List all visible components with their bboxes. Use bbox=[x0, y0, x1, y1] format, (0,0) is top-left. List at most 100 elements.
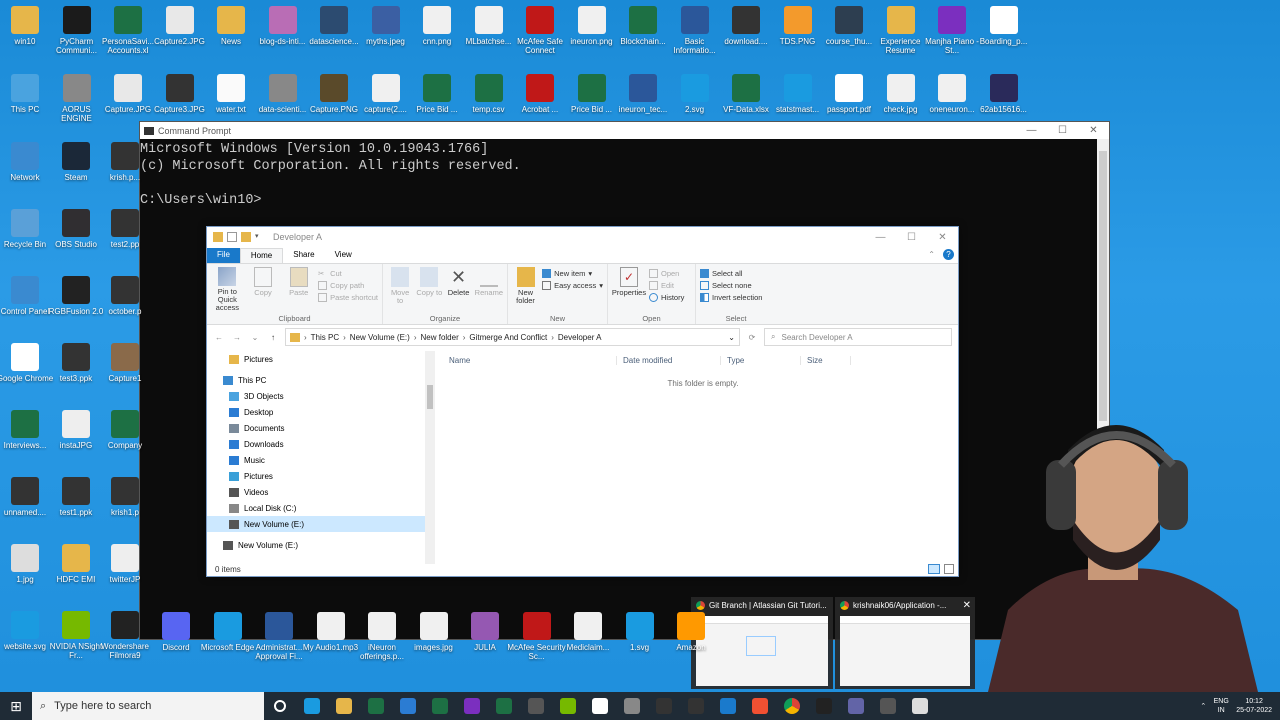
taskbar-thumbnail[interactable]: krishnaik06/Application -... ✕ bbox=[835, 597, 975, 689]
breadcrumb-item[interactable]: Gitmerge And Conflict bbox=[469, 333, 547, 342]
explorer-titlebar[interactable]: ▾ Developer A — ☐ ✕ bbox=[207, 227, 958, 247]
breadcrumb-item[interactable]: New folder bbox=[421, 333, 459, 342]
chevron-right-icon[interactable]: › bbox=[343, 333, 346, 342]
terminal-icon[interactable] bbox=[680, 692, 712, 720]
nvidia-icon[interactable] bbox=[552, 692, 584, 720]
help-icon[interactable]: ? bbox=[939, 248, 958, 263]
tab-home[interactable]: Home bbox=[239, 248, 284, 263]
delete-button[interactable]: ✕ Delete bbox=[445, 267, 471, 312]
nav-item[interactable]: Desktop bbox=[207, 404, 435, 420]
nav-item[interactable]: Pictures bbox=[207, 351, 435, 367]
desktop-icon[interactable]: 62ab15616... bbox=[974, 74, 1034, 114]
select-none-button[interactable]: Select none bbox=[700, 281, 762, 290]
cmd-output[interactable]: Microsoft Windows [Version 10.0.19043.17… bbox=[140, 139, 1109, 209]
close-icon[interactable]: ✕ bbox=[1078, 125, 1109, 136]
cmd-titlebar[interactable]: Command Prompt — ☐ ✕ bbox=[140, 122, 1109, 139]
desktop-icon[interactable]: krish1.p bbox=[95, 477, 155, 517]
git-icon[interactable] bbox=[744, 692, 776, 720]
file-list[interactable]: Name Date modified Type Size This folder… bbox=[443, 351, 958, 564]
chevron-down-icon[interactable]: ⌄ bbox=[728, 333, 739, 342]
close-icon[interactable]: ✕ bbox=[927, 232, 958, 243]
tab-file[interactable]: File bbox=[207, 248, 240, 263]
cmd-icon[interactable] bbox=[648, 692, 680, 720]
desktop-icon[interactable]: Capture1 bbox=[95, 343, 155, 383]
mail-icon[interactable] bbox=[392, 692, 424, 720]
desktop-icon[interactable]: test2.pp bbox=[95, 209, 155, 249]
nav-item[interactable]: Videos bbox=[207, 484, 435, 500]
nav-item[interactable]: Local Disk (C:) bbox=[207, 500, 435, 516]
nav-item[interactable]: Music bbox=[207, 452, 435, 468]
file-explorer-window[interactable]: ▾ Developer A — ☐ ✕ File Home Share View… bbox=[206, 226, 959, 577]
navigation-pane[interactable]: Pictures This PC 3D Objects Desktop Document… bbox=[207, 351, 435, 564]
desktop-icon[interactable]: Company bbox=[95, 410, 155, 450]
maximize-icon[interactable]: ☐ bbox=[896, 232, 927, 243]
chevron-up-icon[interactable]: ⌃ bbox=[924, 248, 939, 263]
file-explorer-icon[interactable] bbox=[328, 692, 360, 720]
breadcrumb-item[interactable]: New Volume (E:) bbox=[350, 333, 410, 342]
column-name[interactable]: Name bbox=[443, 355, 617, 365]
chevron-right-icon[interactable]: › bbox=[304, 333, 307, 342]
chevron-right-icon[interactable]: › bbox=[463, 333, 466, 342]
nav-item[interactable]: New Volume (E:) bbox=[207, 516, 435, 532]
column-size[interactable]: Size bbox=[801, 355, 851, 365]
windows-start-icon[interactable]: ⊞ bbox=[0, 698, 32, 715]
new-folder-icon[interactable] bbox=[241, 232, 251, 242]
properties-button[interactable]: ✓ Properties bbox=[612, 267, 646, 312]
nav-item[interactable]: New Volume (E:) bbox=[207, 537, 435, 553]
breadcrumb[interactable]: › This PC › New Volume (E:) › New folder › Gitm… bbox=[285, 328, 740, 346]
forward-icon[interactable]: → bbox=[231, 333, 243, 342]
column-date-modified[interactable]: Date modified bbox=[617, 355, 721, 365]
edit-button[interactable]: Edit bbox=[649, 281, 684, 290]
chevron-right-icon[interactable]: › bbox=[414, 333, 417, 342]
minimize-icon[interactable]: — bbox=[865, 232, 896, 243]
maximize-icon[interactable]: ☐ bbox=[1047, 125, 1078, 136]
up-icon[interactable]: ↑ bbox=[267, 333, 279, 342]
nav-item[interactable]: Downloads bbox=[207, 436, 435, 452]
nav-item[interactable]: This PC bbox=[207, 372, 435, 388]
edge-icon[interactable] bbox=[296, 692, 328, 720]
pycharm-icon[interactable] bbox=[488, 692, 520, 720]
language-indicator[interactable]: ENG IN bbox=[1212, 697, 1230, 715]
chevron-right-icon[interactable]: › bbox=[551, 333, 554, 342]
nav-item[interactable]: Documents bbox=[207, 420, 435, 436]
obs-icon[interactable] bbox=[456, 692, 488, 720]
back-icon[interactable]: ← bbox=[213, 333, 225, 342]
tab-share[interactable]: Share bbox=[283, 248, 324, 263]
app-icon[interactable] bbox=[520, 692, 552, 720]
paste-button[interactable]: Paste bbox=[282, 267, 315, 312]
tab-view[interactable]: View bbox=[325, 248, 362, 263]
chevron-down-icon[interactable]: ⌄ bbox=[249, 333, 261, 342]
large-icons-view-icon[interactable] bbox=[944, 564, 954, 574]
calculator-icon[interactable] bbox=[616, 692, 648, 720]
new-item-button[interactable]: New item ▾ bbox=[542, 269, 603, 278]
desktop-icon[interactable]: october.p bbox=[95, 276, 155, 316]
vscode-icon[interactable] bbox=[712, 692, 744, 720]
open-button[interactable]: Open bbox=[649, 269, 684, 278]
nav-item[interactable]: 3D Objects bbox=[207, 388, 435, 404]
breadcrumb-item[interactable]: Developer A bbox=[558, 333, 602, 342]
refresh-icon[interactable]: ⟳ bbox=[746, 333, 758, 342]
excel-icon[interactable] bbox=[424, 692, 456, 720]
search-input[interactable]: ⌕ Search Developer A bbox=[764, 328, 952, 346]
paste-shortcut-button[interactable]: Paste shortcut bbox=[318, 293, 378, 302]
properties-icon[interactable] bbox=[227, 232, 237, 242]
details-view-icon[interactable] bbox=[928, 564, 940, 574]
select-all-button[interactable]: Select all bbox=[700, 269, 762, 278]
copy-path-button[interactable]: Copy path bbox=[318, 281, 378, 290]
history-button[interactable]: History bbox=[649, 293, 684, 302]
move-to-button[interactable]: Move to bbox=[387, 267, 413, 312]
teams-icon[interactable] bbox=[840, 692, 872, 720]
chrome-icon[interactable] bbox=[776, 692, 808, 720]
desktop-icon[interactable]: Boarding_p... bbox=[974, 6, 1034, 46]
easy-access-button[interactable]: Easy access ▾ bbox=[542, 281, 603, 290]
desktop-icon[interactable]: Amazon bbox=[661, 612, 721, 652]
copy-to-button[interactable]: Copy to bbox=[416, 267, 442, 312]
rename-button[interactable]: Rename bbox=[475, 267, 503, 312]
chevron-down-icon[interactable]: ▾ bbox=[255, 232, 265, 242]
chevron-up-icon[interactable]: ⌃ bbox=[1200, 702, 1206, 711]
breadcrumb-item[interactable]: This PC bbox=[311, 333, 339, 342]
desktop-icon[interactable]: twitterJP bbox=[95, 544, 155, 584]
invert-selection-button[interactable]: Invert selection bbox=[700, 293, 762, 302]
store-icon[interactable] bbox=[360, 692, 392, 720]
app-icon[interactable] bbox=[872, 692, 904, 720]
